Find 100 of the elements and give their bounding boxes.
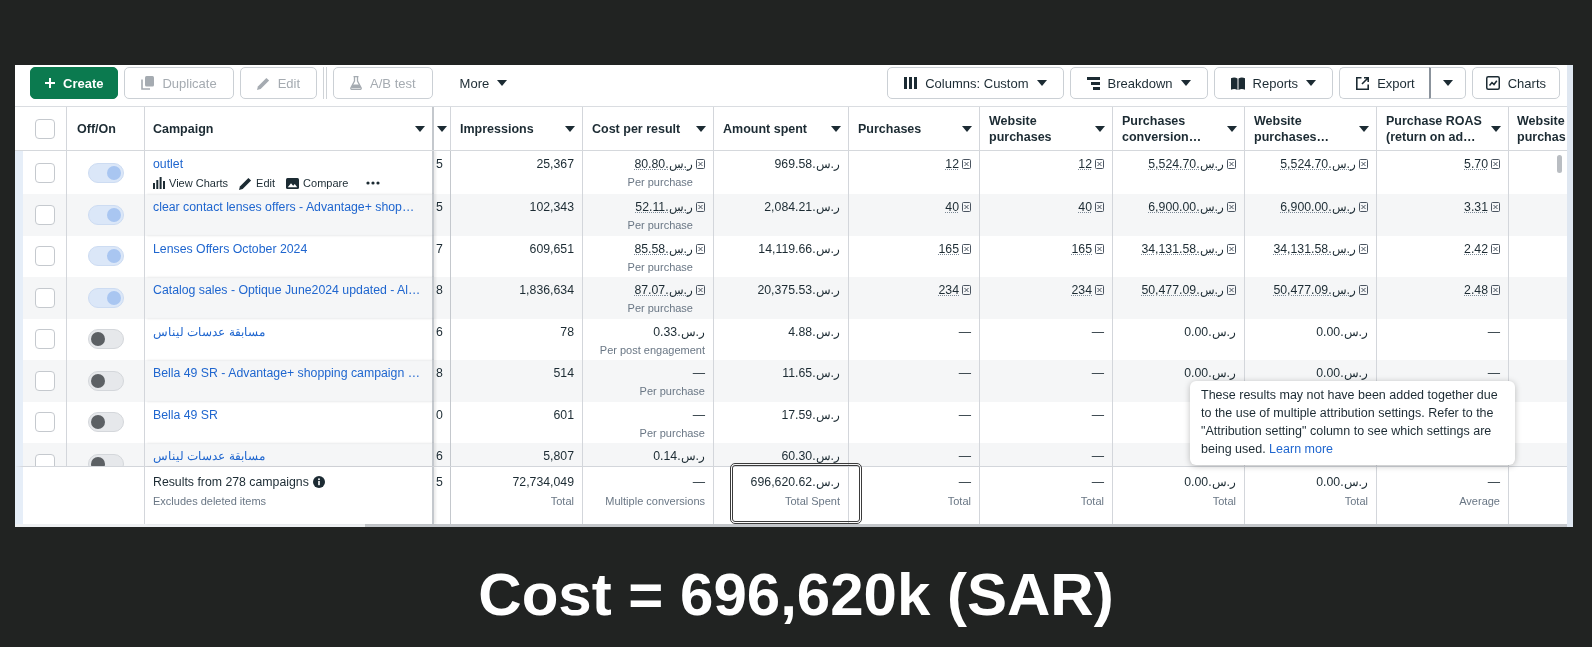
cell-caption: Per purchase <box>627 218 693 232</box>
horizontal-scrollbar[interactable] <box>15 524 1567 527</box>
breakdown-button[interactable]: Breakdown <box>1069 67 1208 99</box>
select-all-checkbox[interactable] <box>34 118 55 139</box>
column-header[interactable]: Purchases conversion… <box>1113 107 1245 150</box>
toggle-switch[interactable] <box>87 287 124 308</box>
edit-link[interactable]: Edit <box>239 176 276 190</box>
column-header[interactable]: Amount spent <box>714 107 849 150</box>
toggle-switch[interactable] <box>87 204 124 225</box>
cell-value: 165 <box>938 241 959 256</box>
line-chart-icon <box>1485 76 1500 90</box>
cell-value: ر.س.50,477.09 <box>1141 283 1224 297</box>
row-checkbox[interactable] <box>34 287 55 308</box>
row-checkbox[interactable] <box>34 329 55 350</box>
pencil-icon <box>256 76 270 90</box>
create-button[interactable]: Create <box>30 67 119 99</box>
row-checkbox[interactable] <box>34 204 55 225</box>
cell-value: ر.س.0.00 <box>1184 475 1236 489</box>
row-checkbox[interactable] <box>34 370 55 391</box>
campaign-link[interactable]: clear contact lenses offers - Advantage+ shop… <box>153 200 415 214</box>
cell-value: ر.س.50,477.09 <box>1273 283 1356 297</box>
cell-value: — <box>958 475 971 489</box>
cell-value: ر.س.14,119.66 <box>758 241 840 256</box>
cell-value: — <box>1487 366 1500 380</box>
toggle-switch[interactable] <box>87 412 124 433</box>
column-header[interactable]: Impressions <box>451 107 583 150</box>
cell-value: ر.س.6,900.00 <box>1280 200 1356 214</box>
campaign-link[interactable]: Catalog sales - Optique June2024 updated - Al… <box>153 283 421 297</box>
cell-value: ر.س.6,900.00 <box>1148 200 1224 214</box>
cell-value: ر.س.60.30 <box>781 449 840 463</box>
cell-value: ر.س.5,524.70 <box>1148 157 1224 171</box>
more-icon[interactable] <box>366 181 381 185</box>
pages-icon <box>141 76 155 90</box>
cell-value: — <box>1487 475 1500 489</box>
column-header[interactable] <box>434 107 451 150</box>
campaign-link[interactable]: Lenses Offers October 2024 <box>153 241 308 256</box>
cell-value: 1,836,634 <box>519 283 574 297</box>
toggle-switch[interactable] <box>87 246 124 267</box>
toggle-switch[interactable] <box>87 329 124 350</box>
cell-value: — <box>692 407 705 422</box>
cell-value: 234 <box>938 283 959 297</box>
bar-chart-icon <box>153 177 165 189</box>
book-icon <box>1230 76 1245 90</box>
campaign-link[interactable]: مسابقة عدسات ليناس <box>153 324 265 339</box>
cell-value: 7 <box>436 241 443 256</box>
columns-icon <box>904 77 918 89</box>
column-header[interactable]: Purchase ROAS (return on ad… <box>1377 107 1509 150</box>
cell-value: 234 <box>1071 283 1092 297</box>
learn-more-link[interactable]: Learn more <box>1269 442 1334 456</box>
cell-value: 5 <box>436 475 443 489</box>
cell-caption: Total Spent <box>784 494 840 508</box>
dropdown-button[interactable] <box>1428 67 1466 99</box>
campaign-link[interactable]: Bella 49 SR <box>153 407 218 422</box>
cell-value: 514 <box>553 366 574 380</box>
cell-value: ر.س.969.58 <box>774 157 840 171</box>
cell-value: — <box>958 449 971 463</box>
charts-button[interactable]: Charts <box>1471 67 1560 99</box>
cell-value: 8 <box>436 283 443 297</box>
cell-value: ر.س.2,084.21 <box>764 200 840 214</box>
column-header[interactable]: Website purchas <box>1509 107 1567 150</box>
cell-value: — <box>692 366 705 380</box>
cell-value: 2.48 <box>1464 283 1488 297</box>
column-header[interactable]: Purchases <box>849 107 980 150</box>
column-header[interactable]: Website purchases… <box>1245 107 1377 150</box>
row-checkbox[interactable] <box>34 412 55 433</box>
column-header[interactable]: Website purchases <box>980 107 1113 150</box>
row-checkbox[interactable] <box>34 246 55 267</box>
cell-value: 601 <box>553 407 574 422</box>
column-header[interactable]: Off/On <box>67 107 145 150</box>
cell-value: 102,343 <box>529 200 574 214</box>
cell-caption: Per purchase <box>627 301 693 315</box>
row-checkbox[interactable] <box>34 162 55 183</box>
compare-link[interactable]: Compare <box>286 176 349 190</box>
cell-value: 5,807 <box>543 449 574 463</box>
cell-value: — <box>958 407 971 422</box>
cell-caption: Average <box>1459 494 1500 508</box>
cell-value: ر.س.0.00 <box>1184 324 1236 339</box>
tooltip-text: These results may not have been added together due to the use of multiple attribution settings. Refer to the "Attribution setting" column to see which settings are being used. Learn more <box>1201 387 1499 458</box>
column-header[interactable]: Cost per result <box>583 107 714 150</box>
export-button[interactable]: Export <box>1339 67 1429 99</box>
columns-button[interactable]: Columns: Custom <box>887 67 1064 99</box>
cell-value: ر.س.87.07 <box>634 283 693 297</box>
cell-caption: Multiple conversions <box>605 494 705 508</box>
cell-value: — <box>958 366 971 380</box>
cell-value: 12 <box>945 157 959 171</box>
footer-title: Results from 278 campaigns <box>153 475 309 489</box>
campaign-link[interactable]: outlet <box>153 157 184 171</box>
campaign-link[interactable]: مسابقة عدسات ليناس <box>153 449 265 463</box>
cell-value: 5 <box>436 200 443 214</box>
footer-note: Excludes deleted items <box>153 494 268 508</box>
reports-button[interactable]: Reports <box>1213 67 1334 99</box>
cell-caption: Total <box>1080 494 1104 508</box>
cell-value: 2.42 <box>1464 241 1488 256</box>
cell-value: 72,734,049 <box>512 475 574 489</box>
toggle-switch[interactable] <box>87 162 124 183</box>
cell-value: 0 <box>436 407 443 422</box>
view-charts-link[interactable]: View Charts <box>153 176 229 190</box>
toggle-switch[interactable] <box>87 370 124 391</box>
campaign-link[interactable]: Bella 49 SR - Advantage+ shopping campaign … <box>153 366 420 380</box>
scrollbar-thumb[interactable] <box>1557 155 1562 173</box>
